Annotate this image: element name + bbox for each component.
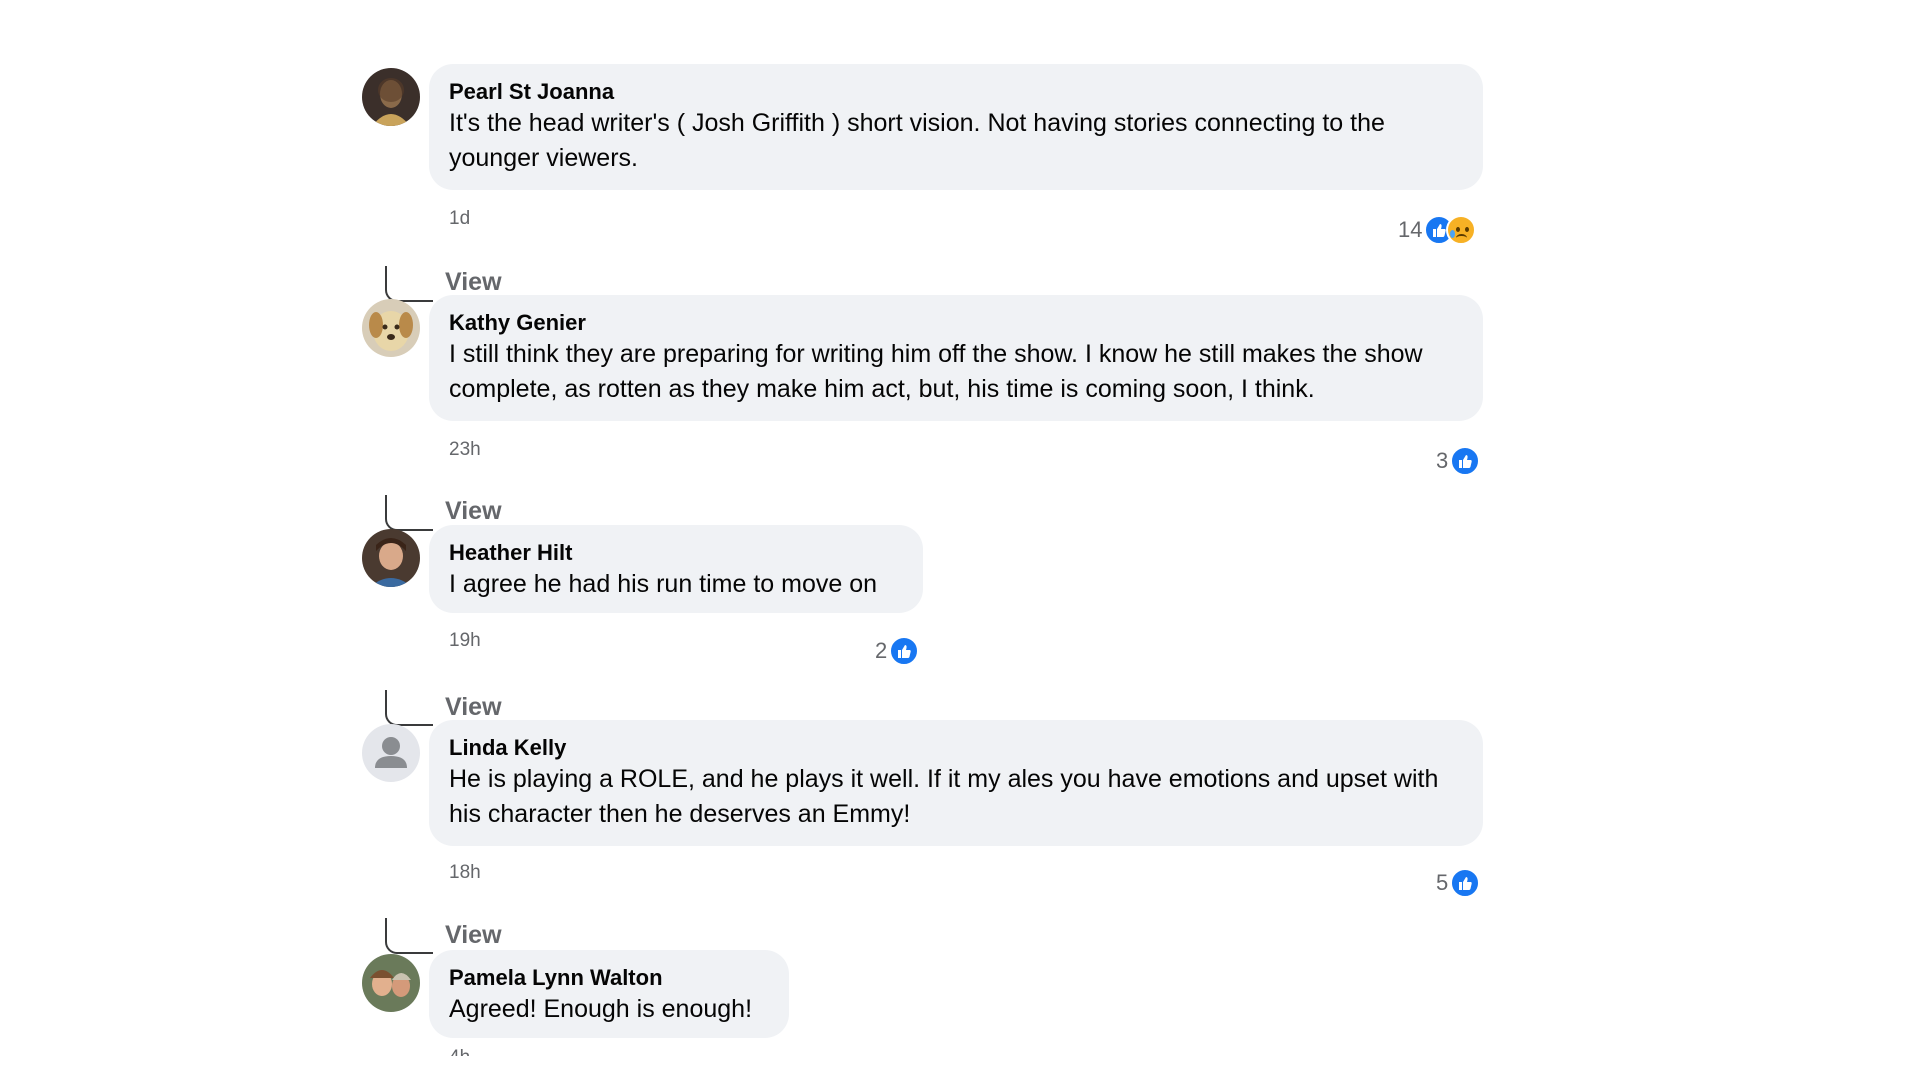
- like-icon: [1450, 446, 1481, 476]
- reaction-count: 14: [1398, 217, 1423, 242]
- comment-timestamp[interactable]: 18h: [449, 862, 481, 884]
- comment-timestamp[interactable]: 1d: [449, 208, 470, 230]
- comment-text: I agree he had his run time to move on: [449, 570, 878, 598]
- comment-author[interactable]: Pearl St Joanna: [449, 78, 1463, 106]
- avatar[interactable]: [362, 68, 420, 126]
- reaction-count: 5: [1436, 870, 1449, 895]
- comment-bubble: Linda Kelly He is playing a ROLE, and he…: [429, 720, 1483, 846]
- avatar[interactable]: [362, 954, 420, 1012]
- avatar[interactable]: [362, 724, 420, 782]
- reaction-summary[interactable]: 2: [875, 635, 920, 667]
- comment-text: He is playing a ROLE, and he plays it we…: [449, 765, 1439, 828]
- comment-text: Agreed! Enough is enough!: [449, 995, 753, 1023]
- comment-timestamp[interactable]: 23h: [449, 439, 481, 461]
- comment-author[interactable]: Linda Kelly: [449, 734, 1463, 762]
- avatar[interactable]: [362, 529, 420, 587]
- reaction-summary[interactable]: 5: [1436, 867, 1481, 899]
- comment-bubble: Heather Hilt I agree he had his run time…: [429, 525, 923, 613]
- reply-connector: [385, 495, 433, 531]
- sad-icon: [1446, 215, 1477, 245]
- comment-bubble: Kathy Genier I still think they are prep…: [429, 295, 1483, 421]
- comment-bubble: Pamela Lynn Walton Agreed! Enough is eno…: [429, 950, 789, 1038]
- reaction-count: 3: [1436, 448, 1449, 473]
- reaction-summary[interactable]: 14: [1398, 214, 1477, 246]
- comment-timestamp[interactable]: 4h: [449, 1047, 470, 1056]
- comment-timestamp[interactable]: 19h: [449, 630, 481, 652]
- comment-text: It's the head writer's ( Josh Griffith )…: [449, 109, 1385, 172]
- reply-connector: [385, 266, 433, 302]
- comment-text: I still think they are preparing for wri…: [449, 340, 1423, 403]
- comment-bubble: Pearl St Joanna It's the head writer's (…: [429, 64, 1483, 190]
- reply-connector: [385, 918, 433, 954]
- comment-author[interactable]: Heather Hilt: [449, 539, 903, 567]
- like-icon: [1450, 868, 1481, 898]
- comment-author[interactable]: Kathy Genier: [449, 309, 1463, 337]
- avatar[interactable]: [362, 299, 420, 357]
- comments-panel: Pearl St Joanna It's the head writer's (…: [327, 46, 1551, 1056]
- comment-author[interactable]: Pamela Lynn Walton: [449, 964, 769, 992]
- reply-connector: [385, 690, 433, 726]
- reaction-count: 2: [875, 638, 888, 663]
- like-icon: [889, 636, 920, 666]
- reaction-summary[interactable]: 3: [1436, 445, 1481, 477]
